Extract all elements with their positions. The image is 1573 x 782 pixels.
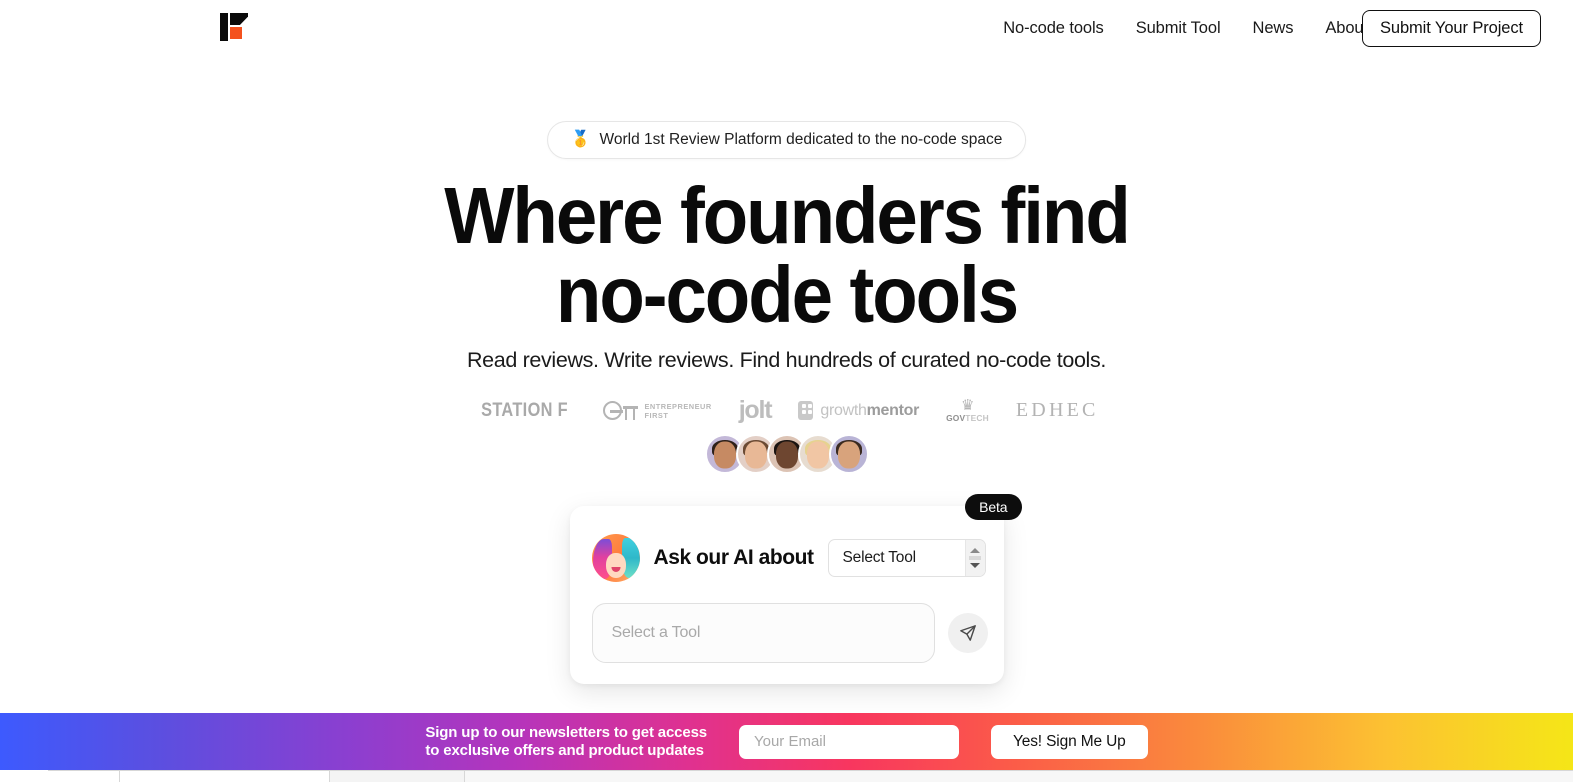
- tool-select-dropdown[interactable]: Select Tool: [827, 539, 986, 577]
- nav-item-submit-tool[interactable]: Submit Tool: [1136, 19, 1221, 38]
- newsletter-copy: Sign up to our newsletters to get access…: [425, 724, 707, 760]
- hero-subtitle: Read reviews. Write reviews. Find hundre…: [466, 348, 1107, 372]
- page-title: Where founders find no-code tools: [55, 176, 1518, 335]
- entrepreneur-first-icon: [602, 401, 638, 420]
- entrepreneur-first-wordmark: ENTREPRENEUR FIRST: [645, 402, 712, 420]
- logo-flag-shape: [230, 13, 248, 25]
- jolt-wordmark: jolt: [738, 396, 773, 424]
- nav-item-news[interactable]: News: [1253, 19, 1294, 38]
- chrome-segment: [48, 770, 120, 782]
- site-header: No-code tools Submit Tool News About Sub…: [0, 0, 1573, 56]
- newsletter-bar: Sign up to our newsletters to get access…: [0, 713, 1573, 770]
- ask-ai-card: Beta Ask our AI about Select Tool: [569, 494, 1022, 684]
- newsletter-submit-button[interactable]: Yes! Sign Me Up: [990, 724, 1148, 759]
- newsletter-email-input[interactable]: [738, 724, 959, 759]
- partner-logos: STATION F ENTREPRENEUR FIRST jolt growth…: [0, 396, 1573, 425]
- submit-your-project-button[interactable]: Submit Your Project: [1361, 10, 1541, 47]
- newsletter-line-1: Sign up to our newsletters to get access: [425, 723, 707, 741]
- chrome-segment: [120, 770, 330, 782]
- gm-light: growth: [820, 401, 867, 419]
- tagline-badge: 🥇 World 1st Review Platform dedicated to…: [546, 121, 1027, 159]
- ef-line-2: FIRST: [644, 410, 669, 420]
- govtech-tech: TECH: [965, 412, 989, 423]
- ef-line-1: ENTREPRENEUR: [644, 401, 712, 411]
- station-f-wordmark: STATION F: [481, 399, 569, 421]
- ask-ai-input[interactable]: [591, 603, 935, 663]
- partner-logo-entrepreneur-first: ENTREPRENEUR FIRST: [602, 401, 712, 420]
- spinner-arrows[interactable]: [964, 540, 985, 576]
- govtech-wordmark: GOVTECH: [946, 413, 989, 423]
- partner-logo-station-f: STATION F: [474, 400, 575, 422]
- crown-icon: ♛: [961, 396, 974, 414]
- ai-assistant-avatar: [591, 534, 640, 582]
- govtech-gov: GOV: [946, 412, 966, 423]
- gold-medal-icon: 🥇: [570, 131, 591, 148]
- primary-nav: No-code tools Submit Tool News About: [1003, 0, 1368, 56]
- avatar: [828, 434, 869, 474]
- ask-ai-input-row: [591, 603, 988, 663]
- ask-ai-header-row: Ask our AI about Select Tool: [591, 534, 986, 582]
- partner-logo-edhec: EDHEC: [1016, 399, 1099, 422]
- tool-select-value: Select Tool: [842, 549, 917, 566]
- growthmentor-wordmark: growthmentor: [820, 402, 919, 420]
- send-paper-plane-icon: [959, 625, 976, 641]
- landing-page: No-code tools Submit Tool News About Sub…: [0, 0, 1573, 782]
- partner-logo-jolt: jolt: [738, 396, 773, 425]
- tagline-badge-text: World 1st Review Platform dedicated to t…: [599, 131, 1003, 148]
- logo-orange-square: [230, 27, 242, 39]
- send-button[interactable]: [947, 613, 988, 653]
- logo-bar-shape: [220, 13, 228, 41]
- edhec-wordmark: EDHEC: [1015, 399, 1099, 421]
- ask-ai-title: Ask our AI about: [653, 546, 814, 569]
- newsletter-line-2: to exclusive offers and product updates: [425, 741, 704, 759]
- chevron-up-icon[interactable]: [970, 548, 980, 553]
- user-avatar-stack: [0, 434, 1573, 474]
- partner-logo-growthmentor: growthmentor: [798, 401, 919, 420]
- bottom-chrome-strip: [0, 770, 1573, 782]
- partner-logo-govtech: ♛ GOVTECH: [946, 396, 989, 423]
- chrome-segment: [0, 770, 48, 782]
- headline-line-1: Where founders find: [444, 171, 1131, 260]
- headline-line-2: no-code tools: [555, 250, 1019, 339]
- nav-item-no-code-tools[interactable]: No-code tools: [1003, 19, 1104, 38]
- spinner-divider: [969, 556, 981, 560]
- chrome-segment: [465, 770, 1573, 782]
- chrome-segment: [330, 770, 465, 782]
- gm-bold: mentor: [866, 401, 920, 419]
- growthmentor-icon: [798, 401, 814, 420]
- chevron-down-icon[interactable]: [970, 563, 980, 568]
- site-logo[interactable]: [220, 13, 250, 41]
- beta-badge: Beta: [965, 494, 1022, 520]
